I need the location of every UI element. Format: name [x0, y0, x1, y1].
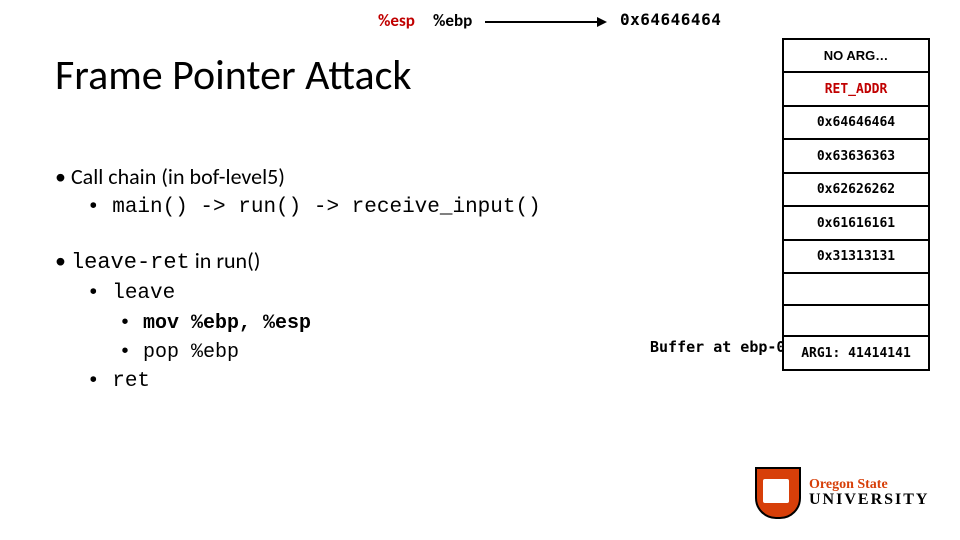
stack-cell-5: 0x61616161 [782, 205, 930, 241]
stack-cell-noarg: NO ARG… [782, 38, 930, 74]
slide-body: Call chain (in bof-level5) main() -> run… [55, 160, 755, 398]
stack-cell-6: 0x31313131 [782, 239, 930, 275]
bullet-call-chain-code: main() -> run() -> receive_input() [87, 194, 755, 222]
stack-cell-ret-addr: RET_ADDR [782, 71, 930, 107]
bullet-leave: leave [87, 280, 755, 308]
logo-line-2: UNIVERSITY [809, 492, 929, 508]
stack-cell-4: 0x62626262 [782, 172, 930, 208]
logo-text: Oregon State UNIVERSITY [809, 478, 929, 508]
stack-cell-3: 0x63636363 [782, 138, 930, 174]
logo-line-1: Oregon State [809, 478, 929, 492]
arrow-address: 0x64646464 [620, 10, 721, 29]
slide-title: Frame Pointer Attack [55, 50, 411, 101]
bullet-mov: mov %ebp, %esp [119, 310, 755, 337]
stack-cell-empty-1 [782, 272, 930, 306]
stack-cell-2: 0x64646464 [782, 105, 930, 141]
bullet-ret: ret [87, 368, 755, 396]
stack-diagram: NO ARG… RET_ADDR 0x64646464 0x63636363 0… [782, 40, 930, 371]
bullet-call-chain: Call chain (in bof-level5) [55, 162, 755, 192]
esp-label: %esp [378, 10, 415, 31]
stack-cell-arg1: ARG1: 41414141 [782, 335, 930, 371]
bullet-leave-ret-text: in run() [190, 247, 261, 274]
register-row: %esp %ebp 0x64646464 [0, 10, 750, 40]
stack-cell-empty-2 [782, 304, 930, 338]
shield-icon [755, 467, 801, 519]
arrow-icon [485, 21, 605, 23]
bullet-leave-ret: leave-ret in run() [55, 246, 755, 278]
bullet-leave-ret-code: leave-ret [71, 250, 190, 275]
ebp-label: %ebp [433, 10, 472, 31]
osu-logo: Oregon State UNIVERSITY [755, 465, 930, 520]
slide: %esp %ebp 0x64646464 Frame Pointer Attac… [0, 0, 960, 540]
